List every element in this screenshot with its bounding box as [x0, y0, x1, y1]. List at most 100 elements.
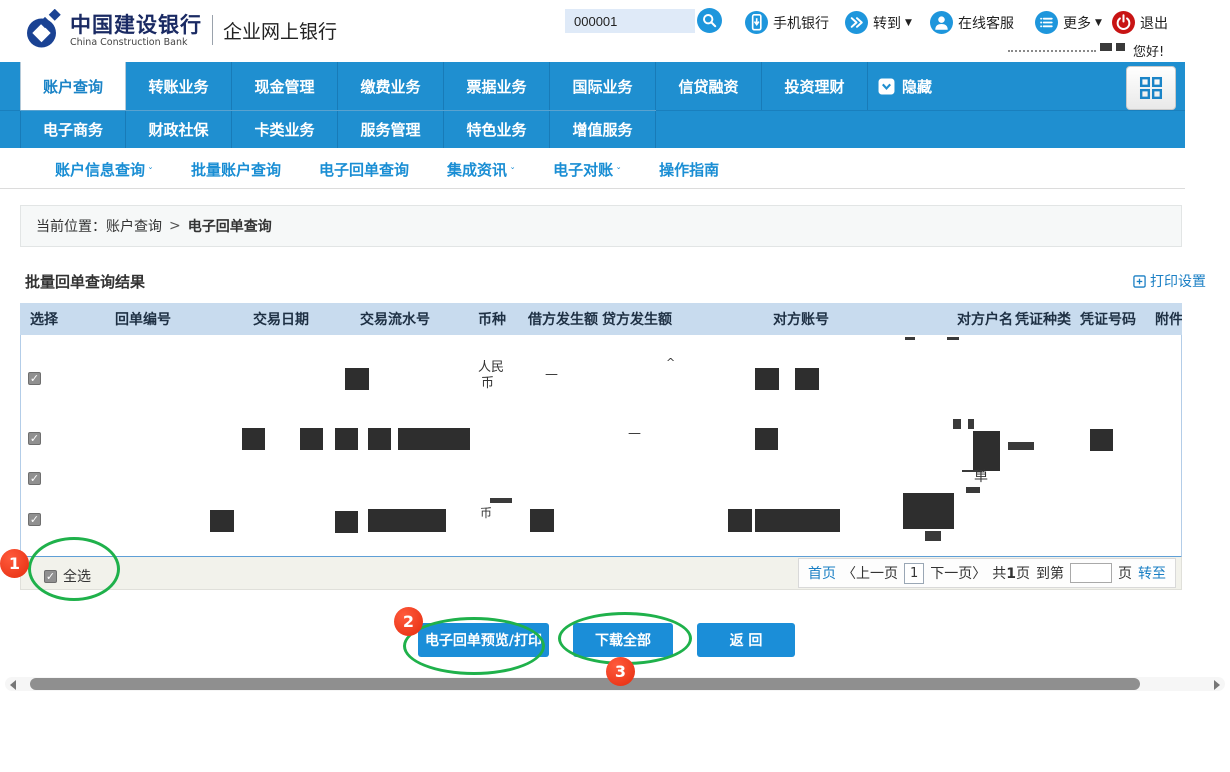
horizontal-scrollbar-thumb[interactable]	[30, 678, 1140, 690]
nav-row-1: 账户查询转账业务现金管理缴费业务票据业务国际业务信贷融资投资理财	[20, 62, 868, 110]
breadcrumb-prefix: 当前位置：	[36, 216, 106, 236]
hide-icon	[878, 78, 895, 95]
portal-name: 企业网上银行	[223, 17, 337, 44]
submenu-item-2[interactable]: 批量账户查询	[191, 159, 281, 180]
submenu-item-5[interactable]: 电子对账ˇ	[553, 159, 621, 180]
select-all-label: 全选	[63, 566, 91, 586]
masked-username-fragment	[1100, 43, 1112, 51]
download-all-button[interactable]: 下载全部	[573, 623, 673, 657]
submenu-item-4[interactable]: 集成资讯ˇ	[447, 159, 515, 180]
column-header-4: 交易流水号	[350, 309, 470, 329]
caret-down-icon: ▼	[905, 18, 912, 28]
column-header-10: 凭证种类	[1012, 309, 1074, 329]
submenu-item-1[interactable]: 账户信息查询ˇ	[55, 159, 153, 180]
scroll-left-icon[interactable]	[10, 680, 16, 690]
nav-tab-row2-6[interactable]: 增值服务	[550, 111, 656, 148]
nav-tab-7[interactable]: 信贷融资	[656, 62, 762, 110]
redacted-cell	[398, 428, 470, 450]
nav-tab-row2-3[interactable]: 卡类业务	[232, 111, 338, 148]
redacted-fragment	[966, 487, 980, 493]
hide-menu-button[interactable]: 隐藏	[878, 62, 932, 110]
more-button[interactable]: 更多 ▼	[1035, 11, 1102, 34]
nav-tab-row2-2[interactable]: 财政社保	[126, 111, 232, 148]
redacted-cell	[368, 428, 391, 450]
row-checkbox-4[interactable]: ✓	[28, 513, 41, 526]
preview-print-button[interactable]: 电子回单预览/打印	[418, 623, 549, 657]
redacted-cell	[335, 428, 358, 450]
column-header-11: 凭证号码	[1074, 309, 1154, 329]
select-all-checkbox[interactable]: ✓	[44, 570, 57, 583]
column-header-3: 交易日期	[240, 309, 350, 329]
chevron-down-icon: ˇ	[616, 167, 621, 178]
row-checkbox-1[interactable]: ✓	[28, 372, 41, 385]
breadcrumb-current: 电子回单查询	[188, 216, 272, 236]
breadcrumb-parent[interactable]: 账户查询	[106, 216, 162, 236]
redacted-cell	[210, 510, 234, 532]
pagination-current-page: 1	[904, 563, 924, 584]
redacted-cell	[242, 428, 265, 450]
online-service-button[interactable]: 在线客服	[930, 11, 1014, 34]
table-header-row: 选择回单编号交易日期交易流水号币种借方发生额贷方发生额对方账号对方户名凭证种类凭…	[20, 303, 1182, 335]
pagination-goto-label: 到第	[1036, 563, 1064, 583]
scroll-right-icon[interactable]	[1214, 680, 1220, 690]
pagination-next[interactable]: 下一页〉	[930, 563, 986, 583]
nav-tab-8[interactable]: 投资理财	[762, 62, 868, 110]
print-settings-link[interactable]: 打印设置	[1133, 271, 1206, 291]
nav-tab-row2-5[interactable]: 特色业务	[444, 111, 550, 148]
nav-tab-4[interactable]: 缴费业务	[338, 62, 444, 110]
online-service-icon	[930, 11, 953, 34]
logout-label: 退出	[1140, 13, 1168, 33]
quick-menu-button[interactable]	[1126, 66, 1176, 110]
pagination-go-link[interactable]: 转至	[1138, 563, 1166, 583]
masked-username	[1008, 50, 1096, 52]
column-header-8: 对方账号	[770, 309, 950, 329]
logout-icon	[1112, 11, 1135, 34]
cell-text: —	[628, 426, 641, 441]
redacted-cell	[335, 511, 358, 533]
pagination-goto-input[interactable]	[1070, 563, 1112, 583]
print-settings-label: 打印设置	[1150, 271, 1206, 291]
goto-button[interactable]: 转到 ▼	[845, 11, 912, 34]
cell-text: ^	[666, 356, 675, 369]
goto-icon	[845, 11, 868, 34]
cell-text: —	[545, 367, 558, 382]
goto-label: 转到	[873, 13, 901, 33]
back-button[interactable]: 返 回	[697, 623, 795, 657]
main-nav: 账户查询转账业务现金管理缴费业务票据业务国际业务信贷融资投资理财 隐藏 电子商务…	[0, 62, 1185, 148]
nav-tab-2[interactable]: 转账业务	[126, 62, 232, 110]
mobile-banking-label: 手机银行	[773, 13, 829, 33]
redacted-fragment	[953, 419, 961, 429]
nav-tab-row2-4[interactable]: 服务管理	[338, 111, 444, 148]
chevron-down-icon: ˇ	[510, 167, 515, 178]
submenu-item-6[interactable]: 操作指南	[659, 159, 719, 180]
search-button[interactable]	[697, 8, 722, 33]
nav-tab-1[interactable]: 账户查询	[20, 62, 126, 110]
bank-name-en: China Construction Bank	[70, 37, 202, 48]
pagination-prev[interactable]: 〈上一页	[842, 563, 898, 583]
nav-tab-5[interactable]: 票据业务	[444, 62, 550, 110]
pagination-page-unit: 页	[1118, 563, 1132, 583]
search-input[interactable]	[565, 9, 695, 33]
page: 中国建设银行 China Construction Bank 企业网上银行 手机…	[0, 0, 1230, 772]
chevron-down-icon: ˇ	[148, 167, 153, 178]
nav-tab-3[interactable]: 现金管理	[232, 62, 338, 110]
mobile-banking-button[interactable]: 手机银行	[745, 11, 829, 34]
row-checkbox-3[interactable]: ✓	[28, 472, 41, 485]
redacted-cell	[755, 509, 840, 532]
nav-tab-row2-1[interactable]: 电子商务	[20, 111, 126, 148]
nav-tab-6[interactable]: 国际业务	[550, 62, 656, 110]
pagination-first[interactable]: 首页	[808, 563, 836, 583]
submenu-item-3[interactable]: 电子回单查询	[319, 159, 409, 180]
column-header-12: 附件下载	[1154, 309, 1182, 329]
logo-divider	[212, 15, 213, 45]
pagination-total: 共1页	[992, 563, 1030, 583]
column-header-7: 贷方发生额	[600, 309, 770, 329]
bank-name-cn: 中国建设银行	[70, 13, 202, 37]
row-checkbox-2[interactable]: ✓	[28, 432, 41, 445]
cell-text: 币	[480, 504, 492, 521]
search-icon	[699, 10, 720, 31]
mobile-banking-icon	[745, 11, 768, 34]
logout-button[interactable]: 退出	[1112, 11, 1168, 34]
cell-text: 币	[481, 372, 494, 391]
pagination: 首页 〈上一页 1 下一页〉 共1页 到第 页 转至	[798, 558, 1176, 588]
